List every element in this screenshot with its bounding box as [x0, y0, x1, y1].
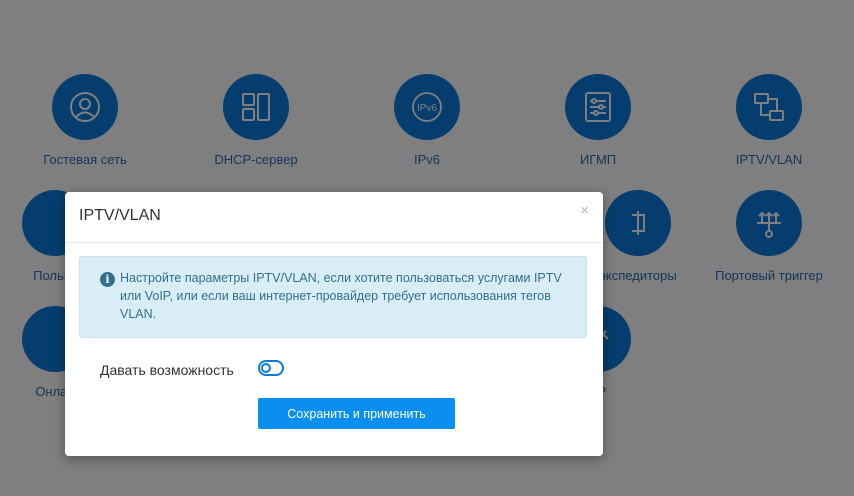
info-alert: i Настройте параметры IPTV/VLAN, если хо… [79, 256, 587, 338]
dialog-header: IPTV/VLAN × [65, 192, 603, 243]
toggle-knob [261, 363, 271, 373]
enable-label: Давать возможность [100, 362, 234, 378]
enable-toggle[interactable] [258, 360, 284, 376]
info-icon: i [100, 272, 115, 287]
save-apply-button[interactable]: Сохранить и применить [258, 398, 455, 429]
dialog-title: IPTV/VLAN [79, 207, 161, 224]
close-icon[interactable]: × [580, 202, 589, 219]
info-text: Настройте параметры IPTV/VLAN, если хоти… [120, 271, 562, 321]
iptv-vlan-dialog: IPTV/VLAN × i Настройте параметры IPTV/V… [65, 192, 603, 456]
